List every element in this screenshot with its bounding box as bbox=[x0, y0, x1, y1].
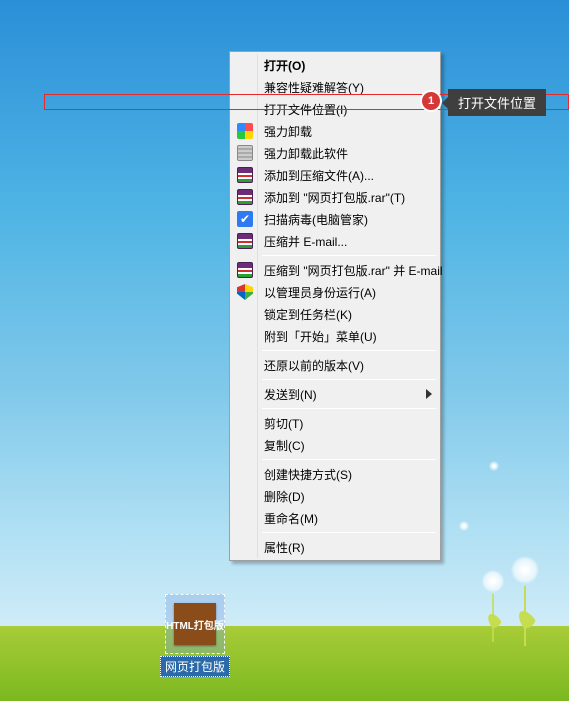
desktop-icon-label: 网页打包版 bbox=[160, 656, 230, 677]
menu-force-uninstall[interactable]: 强力卸载 bbox=[232, 120, 438, 142]
desktop-icon-badge: HTML打包版 bbox=[174, 603, 216, 645]
menu-restore-previous-versions[interactable]: 还原以前的版本(V) bbox=[232, 354, 438, 376]
menu-item-label: 打开文件位置(I) bbox=[264, 101, 347, 118]
shield-icon: ✔ bbox=[237, 211, 253, 227]
menu-compress-to-rar-email[interactable]: 压缩到 "网页打包版.rar" 并 E-mail bbox=[232, 259, 438, 281]
menu-compat-troubleshoot[interactable]: 兼容性疑难解答(Y) bbox=[232, 76, 438, 98]
menu-item-label: 发送到(N) bbox=[264, 386, 317, 403]
menu-open-file-location[interactable]: 打开文件位置(I) bbox=[232, 98, 438, 120]
menu-pin-taskbar[interactable]: 锁定到任务栏(K) bbox=[232, 303, 438, 325]
menu-delete[interactable]: 删除(D) bbox=[232, 485, 438, 507]
menu-separator bbox=[262, 459, 436, 460]
trash-icon bbox=[237, 145, 253, 161]
annotation-tooltip: 打开文件位置 bbox=[448, 89, 546, 116]
menu-pin-start[interactable]: 附到「开始」菜单(U) bbox=[232, 325, 438, 347]
menu-item-label: 强力卸载 bbox=[264, 123, 312, 140]
menu-item-label: 打开(O) bbox=[264, 57, 305, 74]
menu-item-label: 删除(D) bbox=[264, 488, 305, 505]
dandelion-decoration bbox=[511, 556, 539, 646]
desktop-icon-image: HTML打包版 bbox=[165, 594, 225, 654]
menu-item-label: 压缩到 "网页打包版.rar" 并 E-mail bbox=[264, 262, 443, 279]
menu-separator bbox=[262, 350, 436, 351]
winrar-icon bbox=[237, 167, 253, 183]
menu-copy[interactable]: 复制(C) bbox=[232, 434, 438, 456]
menu-item-label: 添加到压缩文件(A)... bbox=[264, 167, 374, 184]
desktop-icon[interactable]: HTML打包版 网页打包版 bbox=[158, 594, 232, 677]
winrar-icon bbox=[237, 233, 253, 249]
menu-add-archive[interactable]: 添加到压缩文件(A)... bbox=[232, 164, 438, 186]
seed-decoration bbox=[489, 461, 499, 471]
menu-item-label: 剪切(T) bbox=[264, 415, 303, 432]
context-menu: 打开(O) 兼容性疑难解答(Y) 打开文件位置(I) 强力卸载 强力卸载此软件 … bbox=[229, 51, 441, 561]
menu-item-label: 添加到 "网页打包版.rar"(T) bbox=[264, 189, 405, 206]
menu-item-label: 锁定到任务栏(K) bbox=[264, 306, 352, 323]
menu-separator bbox=[262, 408, 436, 409]
menu-item-label: 以管理员身份运行(A) bbox=[264, 284, 376, 301]
menu-properties[interactable]: 属性(R) bbox=[232, 536, 438, 558]
menu-item-label: 压缩并 E-mail... bbox=[264, 233, 347, 250]
winrar-icon bbox=[237, 262, 253, 278]
menu-item-label: 强力卸载此软件 bbox=[264, 145, 348, 162]
uac-shield-icon bbox=[237, 284, 253, 300]
menu-separator bbox=[262, 379, 436, 380]
seed-decoration bbox=[459, 521, 469, 531]
menu-add-to-rar[interactable]: 添加到 "网页打包版.rar"(T) bbox=[232, 186, 438, 208]
menu-rename[interactable]: 重命名(M) bbox=[232, 507, 438, 529]
menu-separator bbox=[262, 255, 436, 256]
annotation-step-badge: 1 bbox=[422, 92, 440, 110]
winrar-icon bbox=[237, 189, 253, 205]
menu-cut[interactable]: 剪切(T) bbox=[232, 412, 438, 434]
menu-compress-email[interactable]: 压缩并 E-mail... bbox=[232, 230, 438, 252]
submenu-arrow-icon bbox=[426, 389, 432, 399]
menu-item-label: 兼容性疑难解答(Y) bbox=[264, 79, 364, 96]
menu-open[interactable]: 打开(O) bbox=[232, 54, 438, 76]
menu-item-label: 附到「开始」菜单(U) bbox=[264, 328, 377, 345]
menu-send-to[interactable]: 发送到(N) bbox=[232, 383, 438, 405]
menu-item-label: 重命名(M) bbox=[264, 510, 318, 527]
menu-create-shortcut[interactable]: 创建快捷方式(S) bbox=[232, 463, 438, 485]
menu-item-label: 复制(C) bbox=[264, 437, 305, 454]
360-icon bbox=[237, 123, 253, 139]
dandelion-decoration bbox=[482, 570, 504, 642]
menu-force-uninstall-this[interactable]: 强力卸载此软件 bbox=[232, 142, 438, 164]
menu-item-label: 属性(R) bbox=[264, 539, 305, 556]
menu-item-label: 扫描病毒(电脑管家) bbox=[264, 211, 368, 228]
menu-item-label: 创建快捷方式(S) bbox=[264, 466, 352, 483]
menu-item-label: 还原以前的版本(V) bbox=[264, 357, 364, 374]
menu-scan-virus[interactable]: ✔ 扫描病毒(电脑管家) bbox=[232, 208, 438, 230]
menu-separator bbox=[262, 532, 436, 533]
menu-run-as-admin[interactable]: 以管理员身份运行(A) bbox=[232, 281, 438, 303]
